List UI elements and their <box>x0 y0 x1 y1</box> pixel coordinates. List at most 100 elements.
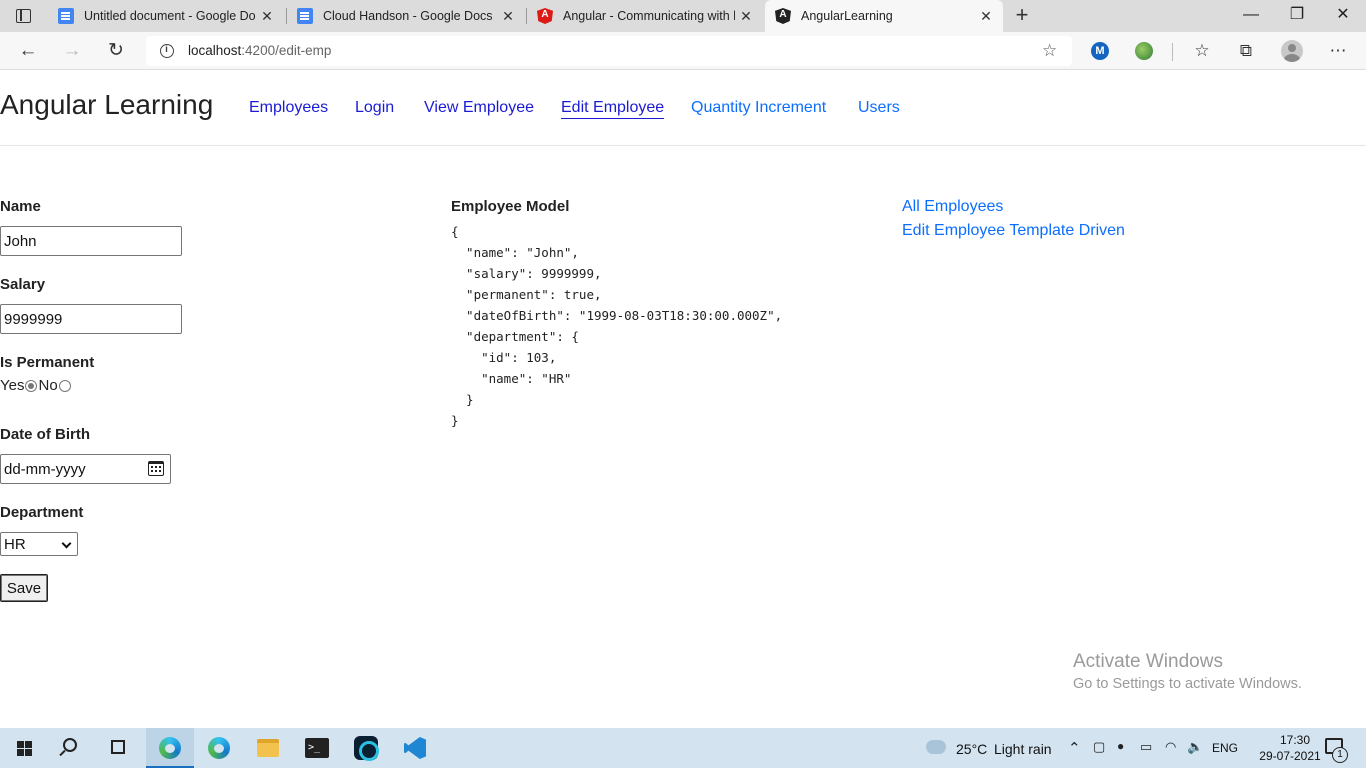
taskbar-vscode[interactable] <box>391 728 439 768</box>
tab-actions-icon[interactable] <box>12 6 36 26</box>
windows-logo-icon <box>17 741 32 756</box>
page-content: Angular Learning Employees Login View Em… <box>0 71 1366 728</box>
profile-avatar-icon[interactable] <box>1281 40 1303 62</box>
minimize-button[interactable]: — <box>1228 0 1274 32</box>
tab-title: AngularLearning <box>801 9 893 23</box>
taskbar-webex[interactable] <box>342 728 390 768</box>
dob-input[interactable]: dd-mm-yyyy <box>0 454 171 484</box>
url-text[interactable]: localhost:4200/edit-emp <box>188 43 331 58</box>
salary-label: Salary <box>0 276 46 293</box>
close-window-button[interactable]: ✕ <box>1320 0 1366 32</box>
weather-condition[interactable]: Light rain <box>994 741 1052 757</box>
tab-angular-learning[interactable]: AngularLearning ✕ <box>765 0 1003 32</box>
collections-icon[interactable]: ⧉ <box>1234 40 1258 62</box>
toolbar-separator <box>1172 43 1173 61</box>
maximize-button[interactable]: ❐ <box>1274 0 1320 32</box>
task-view-icon <box>111 740 125 754</box>
permanent-label: Is Permanent <box>0 354 95 371</box>
tab-title: Untitled document - Google Doc <box>84 9 256 23</box>
activate-windows-subtitle: Go to Settings to activate Windows. <box>1073 676 1302 692</box>
forward-button[interactable]: → <box>58 38 86 64</box>
extension-globe-icon[interactable] <box>1135 42 1153 60</box>
folder-icon <box>257 739 279 757</box>
taskbar-terminal[interactable]: >_ <box>293 728 341 768</box>
task-view-button[interactable] <box>96 728 144 768</box>
employee-model-title: Employee Model <box>451 198 570 215</box>
volume-icon[interactable]: 🔈 <box>1187 739 1203 755</box>
taskbar-file-explorer[interactable] <box>244 728 292 768</box>
nav-link-users[interactable]: Users <box>858 99 900 117</box>
close-icon[interactable]: ✕ <box>256 8 278 25</box>
clock-time[interactable]: 17:30 <box>1265 733 1325 747</box>
radio-yes-label: Yes <box>0 377 25 394</box>
clock-date[interactable]: 29-07-2021 <box>1258 749 1322 763</box>
start-button[interactable] <box>0 728 48 768</box>
department-select[interactable]: HR <box>0 532 78 556</box>
battery-icon[interactable]: ▭ <box>1140 739 1152 755</box>
close-icon[interactable]: ✕ <box>497 8 519 25</box>
salary-input[interactable] <box>0 304 182 334</box>
more-menu-icon[interactable]: ⋯ <box>1326 40 1350 62</box>
calendar-icon[interactable] <box>148 461 164 476</box>
reload-button[interactable]: ↻ <box>102 38 130 64</box>
weather-cloud-icon[interactable] <box>926 740 946 754</box>
language-indicator[interactable]: ENG <box>1212 741 1238 755</box>
site-header: Angular Learning Employees Login View Em… <box>0 71 1366 146</box>
edge-icon <box>159 737 181 759</box>
taskbar-edge-active[interactable] <box>146 728 194 768</box>
google-docs-icon <box>58 8 74 24</box>
dob-label: Date of Birth <box>0 426 90 443</box>
name-input[interactable] <box>0 226 182 256</box>
extension-m-icon[interactable]: M <box>1091 42 1109 60</box>
windows-taskbar: >_ 25°C Light rain ⌃ ▢ ● ▭ ◠ 🔈 ENG 17:30… <box>0 728 1366 768</box>
name-label: Name <box>0 198 41 215</box>
browser-tab-bar: Untitled document - Google Doc ✕ Cloud H… <box>0 0 1366 32</box>
dob-placeholder: dd-mm-yyyy <box>4 461 86 478</box>
all-employees-link[interactable]: All Employees <box>902 198 1003 216</box>
department-label: Department <box>0 504 84 521</box>
radio-yes[interactable] <box>25 379 38 392</box>
tab-angular-communicating[interactable]: Angular - Communicating with b ✕ <box>527 0 763 32</box>
nav-link-employees[interactable]: Employees <box>249 99 328 117</box>
search-button[interactable] <box>48 728 96 768</box>
weather-temp[interactable]: 25°C <box>956 741 987 757</box>
edge-icon <box>208 737 230 759</box>
add-favorite-icon[interactable]: ☆ <box>1042 41 1057 61</box>
permanent-radio-group: Yes No <box>0 377 72 394</box>
terminal-icon: >_ <box>305 738 329 758</box>
address-bar[interactable]: localhost:4200/edit-emp ☆ <box>146 36 1072 66</box>
chevron-up-icon[interactable]: ⌃ <box>1068 739 1081 757</box>
radio-no-label: No <box>38 377 58 394</box>
taskbar-edge[interactable] <box>195 728 243 768</box>
activate-windows-title: Activate Windows <box>1073 651 1223 672</box>
close-icon[interactable]: ✕ <box>735 8 757 25</box>
tab-cloud-handson[interactable]: Cloud Handson - Google Docs ✕ <box>287 0 525 32</box>
save-button[interactable]: Save <box>0 574 48 602</box>
wifi-icon[interactable]: ◠ <box>1165 739 1176 755</box>
webex-icon <box>354 736 379 761</box>
nav-link-login[interactable]: Login <box>355 99 394 117</box>
meet-now-icon[interactable]: ▢ <box>1093 739 1105 755</box>
chevron-down-icon <box>61 538 72 549</box>
angular-icon <box>537 8 553 24</box>
new-tab-button[interactable]: + <box>1010 4 1034 28</box>
nav-link-view-employee[interactable]: View Employee <box>424 99 534 117</box>
tab-title: Cloud Handson - Google Docs <box>323 9 493 23</box>
favorites-icon[interactable]: ☆ <box>1190 40 1214 62</box>
tab-title: Angular - Communicating with b <box>563 9 735 23</box>
back-button[interactable]: ← <box>14 38 42 64</box>
vscode-icon <box>404 737 426 759</box>
site-info-icon[interactable] <box>160 44 174 58</box>
browser-toolbar: ← → ↻ localhost:4200/edit-emp ☆ M ☆ ⧉ ⋯ <box>0 32 1366 70</box>
nav-link-quantity-increment[interactable]: Quantity Increment <box>691 99 826 117</box>
tab-untitled-document[interactable]: Untitled document - Google Doc ✕ <box>48 0 284 32</box>
close-icon[interactable]: ✕ <box>975 8 997 25</box>
nav-link-edit-employee[interactable]: Edit Employee <box>561 99 665 119</box>
google-docs-icon <box>297 8 313 24</box>
employee-model-json: { "name": "John", "salary": 9999999, "pe… <box>451 224 783 428</box>
edit-employee-template-driven-link[interactable]: Edit Employee Template Driven <box>902 222 1125 240</box>
radio-no[interactable] <box>58 379 71 392</box>
microphone-icon[interactable]: ● <box>1117 739 1124 753</box>
site-brand[interactable]: Angular Learning <box>0 89 213 121</box>
notification-count-badge: 1 <box>1332 747 1348 763</box>
